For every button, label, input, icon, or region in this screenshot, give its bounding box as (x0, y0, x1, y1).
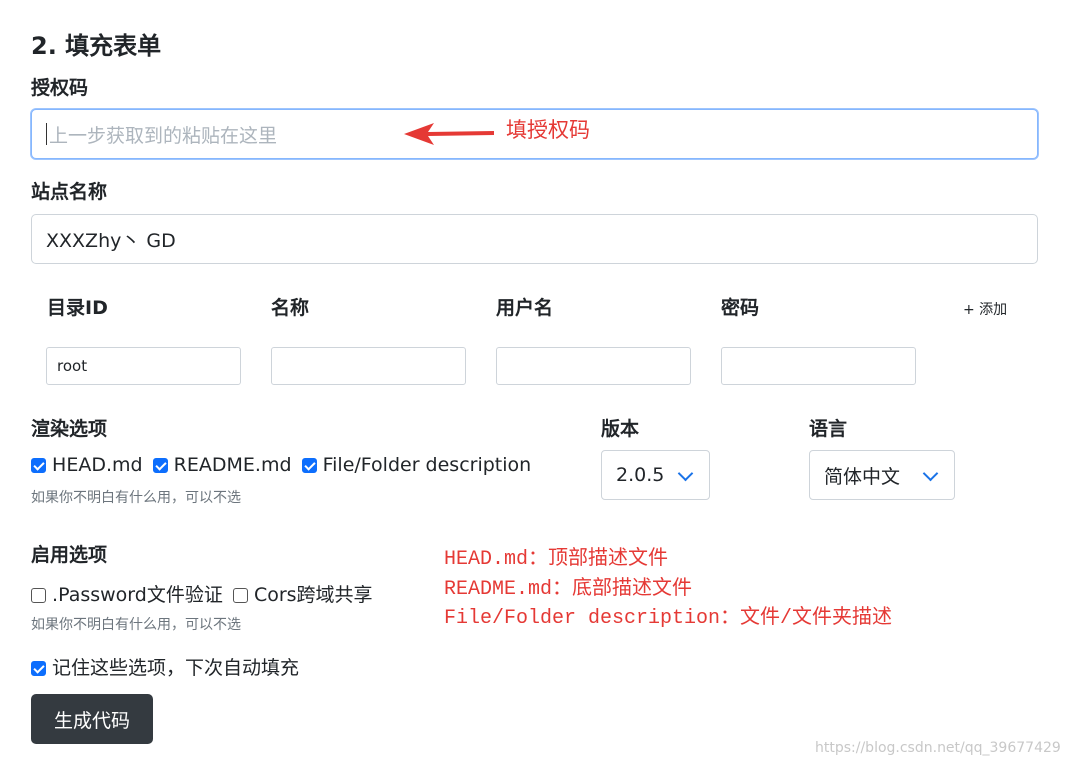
enable-options-group: .Password文件验证 Cors跨域共享 (31, 580, 373, 607)
version-label: 版本 (601, 418, 640, 440)
annotation-notes: HEAD.md：顶部描述文件 README.md：底部描述文件 File/Fol… (444, 545, 892, 634)
watermark: https://blog.csdn.net/qq_39677429 (815, 740, 1061, 756)
remember-row: 记住这些选项，下次自动填充 (31, 653, 299, 680)
language-value: 简体中文 (824, 465, 901, 488)
chevron-down-icon (677, 465, 694, 482)
directory-name-input[interactable] (271, 347, 466, 385)
generate-code-button[interactable]: 生成代码 (31, 694, 153, 744)
render-options-label: 渲染选项 (31, 418, 108, 440)
remember-checkbox[interactable] (31, 661, 46, 676)
language-label: 语言 (809, 418, 848, 440)
annotation-arrow-note: 填授权码 (506, 118, 590, 142)
add-row-button[interactable]: + 添加 (963, 299, 1007, 319)
head-md-label: HEAD.md (52, 454, 143, 476)
password-file-label: .Password文件验证 (52, 584, 223, 606)
site-name-input[interactable]: XXXZhy丶 GD (31, 214, 1038, 264)
column-header-password: 密码 (721, 297, 760, 319)
site-name-label: 站点名称 (31, 181, 108, 203)
render-options-hint: 如果你不明白有什么用，可以不选 (31, 490, 241, 506)
auth-code-placeholder: 上一步获取到的粘贴在这里 (49, 124, 278, 147)
enable-options-label: 启用选项 (31, 544, 108, 566)
annotation-note-head: HEAD.md：顶部描述文件 (444, 548, 669, 571)
file-folder-description-checkbox[interactable] (301, 458, 317, 473)
version-select[interactable]: 2.0.5 (601, 450, 710, 500)
directory-id-value: root (57, 357, 88, 375)
readme-md-checkbox[interactable] (152, 458, 168, 473)
column-header-directory-id: 目录ID (47, 297, 108, 319)
enable-options-hint: 如果你不明白有什么用，可以不选 (31, 617, 241, 633)
text-caret (46, 123, 47, 145)
directory-id-input[interactable]: root (46, 347, 241, 385)
chevron-down-icon (922, 465, 939, 482)
cors-checkbox[interactable] (232, 588, 248, 603)
section-title: 2. 填充表单 (31, 32, 162, 60)
cors-label: Cors跨域共享 (253, 584, 373, 606)
readme-md-label: README.md (173, 454, 292, 476)
directory-username-input[interactable] (496, 347, 691, 385)
password-file-checkbox[interactable] (31, 588, 46, 603)
annotation-note-description: File/Folder description：文件/文件夹描述 (444, 607, 893, 630)
annotation-note-readme: README.md：底部描述文件 (444, 577, 693, 601)
head-md-checkbox[interactable] (31, 458, 46, 473)
site-name-value: XXXZhy丶 GD (46, 229, 176, 252)
column-header-name: 名称 (271, 297, 310, 319)
annotation-arrow-icon (404, 123, 494, 145)
column-header-username: 用户名 (496, 297, 554, 319)
language-select[interactable]: 简体中文 (809, 450, 955, 500)
remember-label: 记住这些选项，下次自动填充 (52, 657, 300, 679)
file-folder-description-label: File/Folder description (322, 454, 532, 476)
version-value: 2.0.5 (616, 464, 665, 486)
directory-password-input[interactable] (721, 347, 916, 385)
auth-code-label: 授权码 (31, 77, 89, 99)
render-options-group: HEAD.md README.md File/Folder descriptio… (31, 454, 531, 476)
